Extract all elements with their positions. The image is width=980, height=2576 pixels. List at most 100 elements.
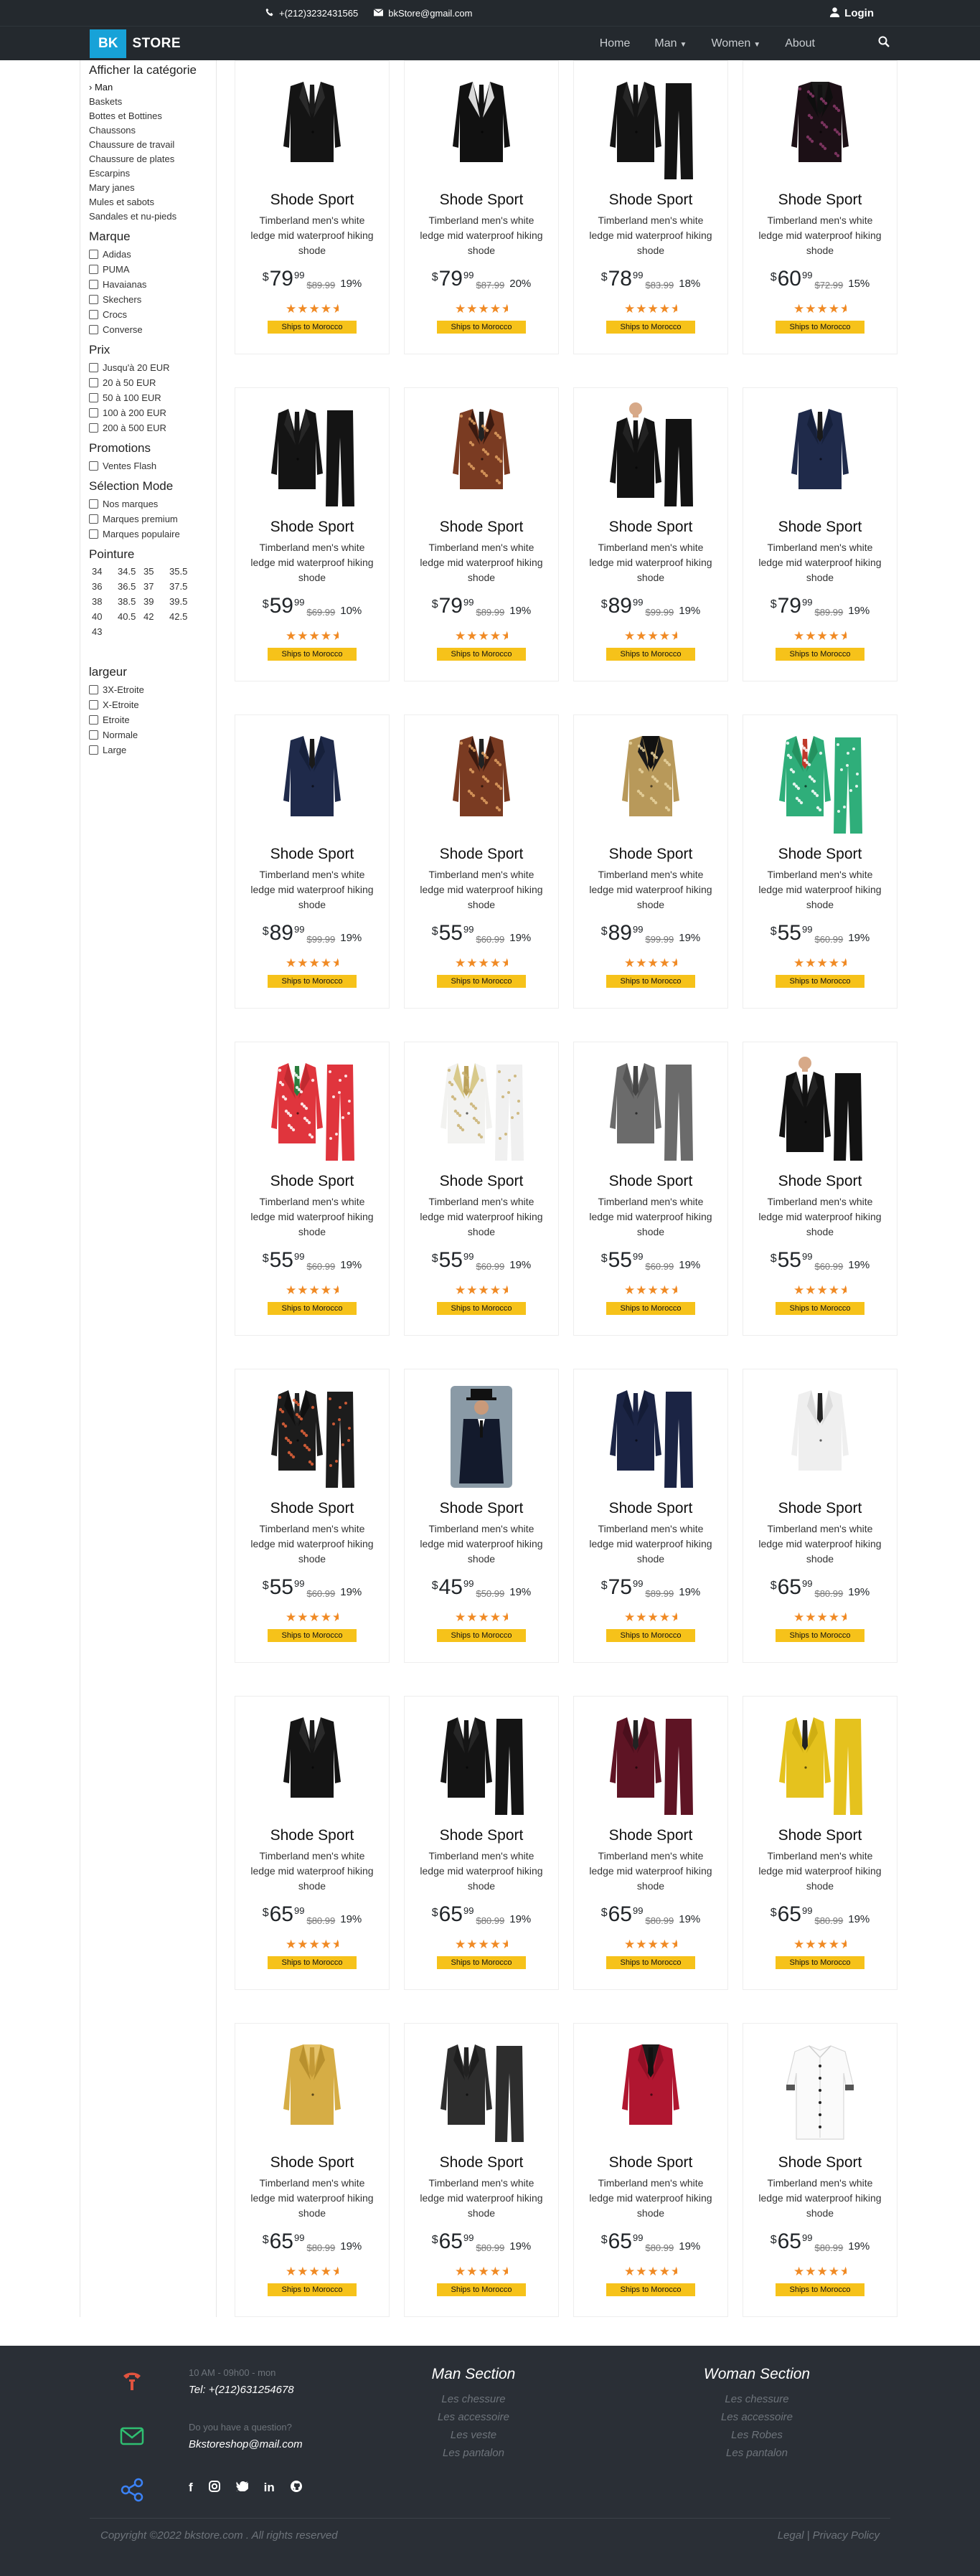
product-image[interactable] [743, 1042, 897, 1164]
product-card[interactable]: Shode Sport Timberland men's white ledge … [743, 387, 897, 681]
mode-checkbox[interactable]: Marques premium [89, 511, 209, 527]
product-image[interactable] [405, 715, 558, 837]
footer-link[interactable]: Les Robes [696, 2426, 818, 2444]
linkedin-icon[interactable]: in [264, 2481, 275, 2495]
product-image[interactable] [235, 61, 389, 183]
product-card[interactable]: Shode Sport Timberland men's white ledge … [404, 714, 559, 1009]
product-card[interactable]: Shode Sport Timberland men's white ledge … [235, 714, 390, 1009]
price-checkbox[interactable]: 20 à 50 EUR [89, 375, 209, 390]
product-card[interactable]: Shode Sport Timberland men's white ledge … [235, 2023, 390, 2317]
promo-checkbox[interactable]: Ventes Flash [89, 458, 209, 473]
product-name[interactable]: Shode Sport [235, 846, 389, 863]
brand-checkbox[interactable]: PUMA [89, 262, 209, 277]
product-image[interactable] [235, 1042, 389, 1164]
product-image[interactable] [574, 2024, 727, 2146]
product-image[interactable] [235, 2024, 389, 2146]
category-item[interactable]: Chaussons [89, 123, 209, 138]
product-name[interactable]: Shode Sport [405, 2154, 558, 2171]
size-option[interactable]: 42.5 [169, 610, 195, 624]
product-card[interactable]: Shode Sport Timberland men's white ledge … [404, 2023, 559, 2317]
product-name[interactable]: Shode Sport [235, 192, 389, 209]
product-name[interactable]: Shode Sport [574, 1500, 727, 1517]
nav-home[interactable]: Home [600, 37, 631, 50]
product-name[interactable]: Shode Sport [405, 1827, 558, 1844]
mode-checkbox[interactable]: Marques populaire [89, 527, 209, 542]
product-image[interactable] [405, 1042, 558, 1164]
product-card[interactable]: Shode Sport Timberland men's white ledge … [743, 2023, 897, 2317]
size-option[interactable]: 34 [92, 565, 118, 579]
product-card[interactable]: Shode Sport Timberland men's white ledge … [573, 2023, 728, 2317]
footer-phone[interactable]: Tel: +(212)631254678 [189, 2384, 294, 2396]
product-name[interactable]: Shode Sport [574, 2154, 727, 2171]
product-image[interactable] [743, 1697, 897, 1818]
product-name[interactable]: Shode Sport [574, 192, 727, 209]
product-card[interactable]: Shode Sport Timberland men's white ledge … [235, 387, 390, 681]
size-option[interactable]: 42 [143, 610, 169, 624]
footer-email[interactable]: Bkstoreshop@mail.com [189, 2438, 303, 2450]
product-card[interactable]: Shode Sport Timberland men's white ledge … [404, 1369, 559, 1663]
checkbox[interactable] [89, 745, 98, 755]
product-name[interactable]: Shode Sport [574, 1827, 727, 1844]
size-option[interactable]: 37.5 [169, 580, 195, 594]
size-option[interactable]: 36.5 [118, 580, 143, 594]
price-checkbox[interactable]: Jusqu'à 20 EUR [89, 360, 209, 375]
checkbox[interactable] [89, 499, 98, 509]
category-item[interactable]: › Man [89, 80, 209, 95]
product-image[interactable] [235, 1369, 389, 1491]
product-image[interactable] [743, 388, 897, 510]
checkbox[interactable] [89, 325, 98, 334]
product-image[interactable] [574, 61, 727, 183]
nav-man[interactable]: Man ▼ [654, 37, 687, 50]
category-item[interactable]: Mules et sabots [89, 195, 209, 209]
size-option[interactable]: 43 [92, 625, 118, 639]
category-item[interactable]: Sandales et nu-pieds [89, 209, 209, 224]
product-image[interactable] [574, 715, 727, 837]
footer-link[interactable]: Les accessoire [423, 2408, 524, 2426]
phone-contact[interactable]: +(212)3232431565 [265, 8, 358, 19]
checkbox[interactable] [89, 514, 98, 524]
product-image[interactable] [405, 1369, 558, 1491]
product-card[interactable]: Shode Sport Timberland men's white ledge … [573, 1696, 728, 1990]
legal-links[interactable]: Legal | Privacy Policy [778, 2529, 880, 2542]
product-card[interactable]: Shode Sport Timberland men's white ledge … [404, 387, 559, 681]
size-option[interactable]: 35.5 [169, 565, 195, 579]
product-card[interactable]: Shode Sport Timberland men's white ledge … [235, 60, 390, 354]
product-card[interactable]: Shode Sport Timberland men's white ledge … [743, 714, 897, 1009]
product-card[interactable]: Shode Sport Timberland men's white ledge … [743, 1696, 897, 1990]
category-item[interactable]: Baskets [89, 95, 209, 109]
width-checkbox[interactable]: Etroite [89, 712, 209, 727]
size-option[interactable]: 39.5 [169, 595, 195, 609]
product-name[interactable]: Shode Sport [405, 192, 558, 209]
login-button[interactable]: Login [829, 6, 874, 20]
checkbox[interactable] [89, 295, 98, 304]
size-option[interactable]: 40 [92, 610, 118, 624]
category-item[interactable]: Escarpins [89, 166, 209, 181]
footer-link[interactable]: Les veste [423, 2426, 524, 2444]
footer-link[interactable]: Les chessure [696, 2390, 818, 2408]
product-name[interactable]: Shode Sport [743, 519, 897, 536]
product-name[interactable]: Shode Sport [743, 2154, 897, 2171]
product-card[interactable]: Shode Sport Timberland men's white ledge … [573, 1042, 728, 1336]
brand-checkbox[interactable]: Converse [89, 322, 209, 337]
product-card[interactable]: Shode Sport Timberland men's white ledge … [404, 1696, 559, 1990]
product-name[interactable]: Shode Sport [743, 1500, 897, 1517]
product-card[interactable]: Shode Sport Timberland men's white ledge … [743, 1042, 897, 1336]
checkbox[interactable] [89, 461, 98, 471]
product-name[interactable]: Shode Sport [405, 519, 558, 536]
size-option[interactable]: 35 [143, 565, 169, 579]
product-card[interactable]: Shode Sport Timberland men's white ledge … [235, 1042, 390, 1336]
checkbox[interactable] [89, 250, 98, 259]
product-card[interactable]: Shode Sport Timberland men's white ledge … [404, 1042, 559, 1336]
footer-link[interactable]: Les pantalon [423, 2444, 524, 2462]
checkbox[interactable] [89, 730, 98, 740]
checkbox[interactable] [89, 423, 98, 433]
size-option[interactable]: 40.5 [118, 610, 143, 624]
footer-link[interactable]: Les pantalon [696, 2444, 818, 2462]
product-image[interactable] [743, 1369, 897, 1491]
brand-checkbox[interactable]: Crocs [89, 307, 209, 322]
product-image[interactable] [574, 388, 727, 510]
github-icon[interactable] [290, 2480, 302, 2496]
product-card[interactable]: Shode Sport Timberland men's white ledge … [573, 387, 728, 681]
product-card[interactable]: Shode Sport Timberland men's white ledge … [743, 60, 897, 354]
checkbox[interactable] [89, 280, 98, 289]
